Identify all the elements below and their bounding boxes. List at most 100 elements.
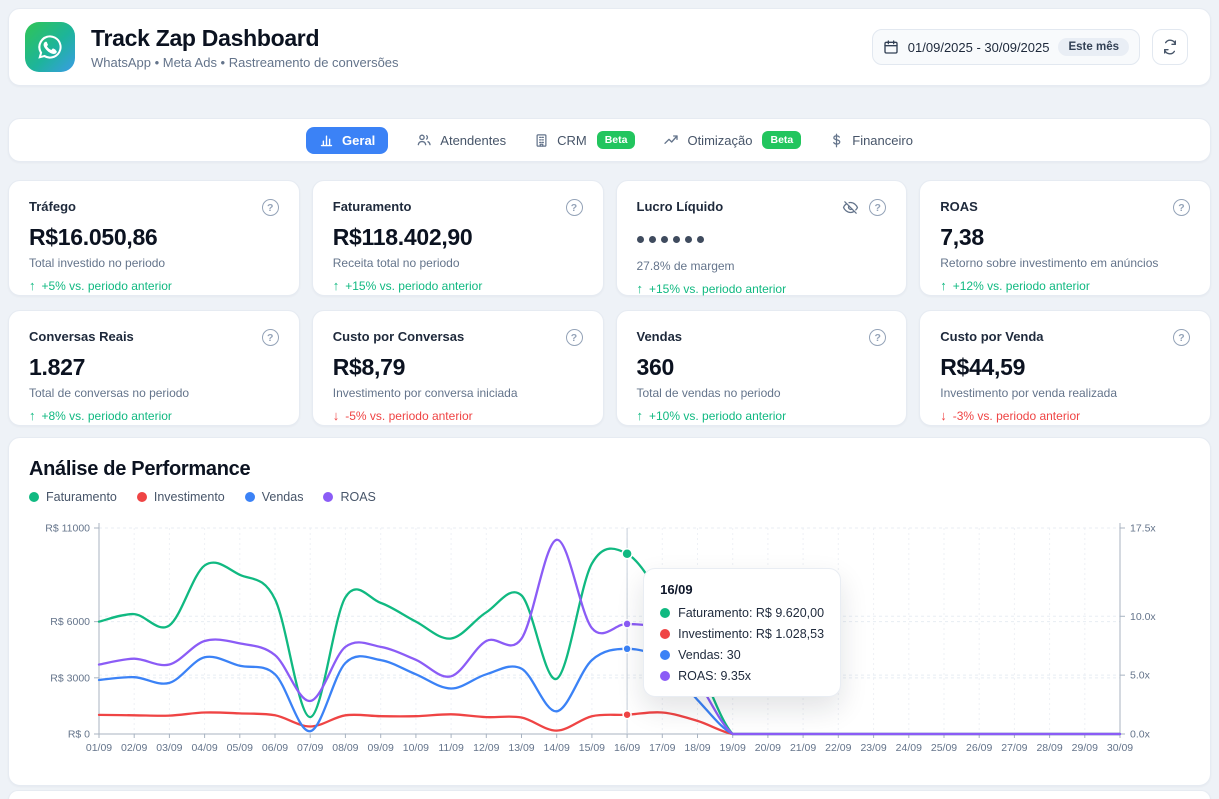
date-range-picker[interactable]: 01/09/2025 - 30/09/2025 Este mês <box>872 29 1140 65</box>
building-icon <box>534 133 549 148</box>
svg-text:R$ 3000: R$ 3000 <box>50 672 90 684</box>
help-icon[interactable]: ? <box>262 329 279 346</box>
kpi-value: R$44,59 <box>940 354 1190 381</box>
svg-text:06/09: 06/09 <box>262 742 288 754</box>
tooltip-row: Investimento: R$ 1.028,53 <box>660 627 824 641</box>
svg-text:18/09: 18/09 <box>684 742 710 754</box>
svg-text:22/09: 22/09 <box>825 742 851 754</box>
kpi-card-vendas: Vendas ? 360 Total de vendas no periodo … <box>616 310 908 426</box>
tab-financeiro[interactable]: Financeiro <box>829 133 913 148</box>
svg-text:08/09: 08/09 <box>332 742 358 754</box>
dollar-icon <box>829 133 844 148</box>
trend-up-icon: ↑ <box>333 278 340 293</box>
page-title: Track Zap Dashboard <box>91 25 399 52</box>
kpi-value: R$8,79 <box>333 354 583 381</box>
page-subtitle: WhatsApp • Meta Ads • Rastreamento de co… <box>91 55 399 70</box>
help-icon[interactable]: ? <box>1173 199 1190 216</box>
svg-text:5.0x: 5.0x <box>1130 670 1151 682</box>
tab-crm[interactable]: CRM Beta <box>534 131 635 149</box>
kpi-value: R$118.402,90 <box>333 224 583 251</box>
legend-dot <box>245 492 255 502</box>
svg-text:24/09: 24/09 <box>896 742 922 754</box>
help-icon[interactable]: ? <box>566 199 583 216</box>
refresh-icon <box>1162 39 1178 55</box>
performance-chart-svg[interactable]: R$ 0R$ 3000R$ 6000R$ 110000.0x5.0x10.0x1… <box>29 516 1192 766</box>
chart-area[interactable]: R$ 0R$ 3000R$ 6000R$ 110000.0x5.0x10.0x1… <box>29 516 1190 771</box>
kpi-value: 360 <box>637 354 887 381</box>
legend-dot <box>323 492 333 502</box>
tab-atendentes[interactable]: Atendentes <box>416 132 506 148</box>
help-icon[interactable]: ? <box>262 199 279 216</box>
svg-text:R$ 11000: R$ 11000 <box>45 523 90 535</box>
svg-text:R$ 0: R$ 0 <box>68 729 90 741</box>
whatsapp-logo <box>25 22 75 72</box>
tooltip-date: 16/09 <box>660 582 824 597</box>
date-preset-badge[interactable]: Este mês <box>1058 38 1129 56</box>
svg-text:26/09: 26/09 <box>966 742 992 754</box>
tab-geral[interactable]: Geral <box>306 127 388 154</box>
svg-text:25/09: 25/09 <box>931 742 957 754</box>
svg-text:07/09: 07/09 <box>297 742 323 754</box>
series-dot <box>660 629 670 639</box>
legend-investimento[interactable]: Investimento <box>137 490 225 504</box>
legend-faturamento[interactable]: Faturamento <box>29 490 117 504</box>
svg-text:12/09: 12/09 <box>473 742 499 754</box>
tab-otimizacao[interactable]: Otimização Beta <box>663 131 801 149</box>
calendar-icon <box>883 39 899 55</box>
svg-text:21/09: 21/09 <box>790 742 816 754</box>
kpi-card-lucro-liquido: Lucro Líquido ? 27.8% de margem ↑+15% vs… <box>616 180 908 296</box>
beta-badge: Beta <box>762 131 801 149</box>
trend-up-icon: ↑ <box>940 278 947 293</box>
svg-text:27/09: 27/09 <box>1001 742 1027 754</box>
legend-roas[interactable]: ROAS <box>323 490 375 504</box>
trend-down-icon: ↓ <box>333 408 340 423</box>
date-range-value: 01/09/2025 - 30/09/2025 <box>908 40 1050 55</box>
kpi-grid: Tráfego ? R$16.050,86 Total investido no… <box>8 180 1211 426</box>
svg-text:0.0x: 0.0x <box>1130 729 1151 741</box>
svg-text:16/09: 16/09 <box>614 742 640 754</box>
trend-up-icon: ↑ <box>637 408 644 423</box>
kpi-card-custo-por-venda: Custo por Venda ? R$44,59 Investimento p… <box>919 310 1211 426</box>
svg-text:R$ 6000: R$ 6000 <box>50 616 90 628</box>
chart-tooltip: 16/09 Faturamento: R$ 9.620,00 Investime… <box>643 568 841 697</box>
tooltip-row: ROAS: 9.35x <box>660 669 824 683</box>
svg-text:13/09: 13/09 <box>508 742 534 754</box>
svg-text:15/09: 15/09 <box>579 742 605 754</box>
whatsapp-icon <box>36 33 64 61</box>
help-icon[interactable]: ? <box>869 329 886 346</box>
trend-up-icon: ↑ <box>29 278 36 293</box>
header: Track Zap Dashboard WhatsApp • Meta Ads … <box>8 8 1211 86</box>
svg-text:20/09: 20/09 <box>755 742 781 754</box>
trend-down-icon: ↓ <box>940 408 947 423</box>
svg-text:29/09: 29/09 <box>1072 742 1098 754</box>
svg-text:23/09: 23/09 <box>860 742 886 754</box>
svg-text:10/09: 10/09 <box>403 742 429 754</box>
masked-value <box>637 224 887 254</box>
tab-bar: Geral Atendentes CRM Beta Otimização Bet… <box>8 118 1211 162</box>
trending-up-icon <box>663 132 679 148</box>
next-section-peek <box>8 790 1211 799</box>
svg-text:04/09: 04/09 <box>191 742 217 754</box>
series-dot <box>660 650 670 660</box>
svg-text:01/09: 01/09 <box>86 742 112 754</box>
svg-text:28/09: 28/09 <box>1036 742 1062 754</box>
trend-up-icon: ↑ <box>29 408 36 423</box>
refresh-button[interactable] <box>1152 29 1188 65</box>
kpi-card-trafego: Tráfego ? R$16.050,86 Total investido no… <box>8 180 300 296</box>
help-icon[interactable]: ? <box>1173 329 1190 346</box>
eye-off-icon[interactable] <box>842 199 859 216</box>
legend-vendas[interactable]: Vendas <box>245 490 304 504</box>
svg-text:14/09: 14/09 <box>544 742 570 754</box>
tooltip-row: Faturamento: R$ 9.620,00 <box>660 606 824 620</box>
svg-text:03/09: 03/09 <box>156 742 182 754</box>
kpi-card-custo-por-conversas: Custo por Conversas ? R$8,79 Investiment… <box>312 310 604 426</box>
svg-text:19/09: 19/09 <box>720 742 746 754</box>
legend-dot <box>137 492 147 502</box>
help-icon[interactable]: ? <box>869 199 886 216</box>
kpi-value: R$16.050,86 <box>29 224 279 251</box>
help-icon[interactable]: ? <box>566 329 583 346</box>
tooltip-row: Vendas: 30 <box>660 648 824 662</box>
svg-text:02/09: 02/09 <box>121 742 147 754</box>
svg-text:11/09: 11/09 <box>438 742 464 754</box>
chart-legend: Faturamento Investimento Vendas ROAS <box>29 490 1190 504</box>
